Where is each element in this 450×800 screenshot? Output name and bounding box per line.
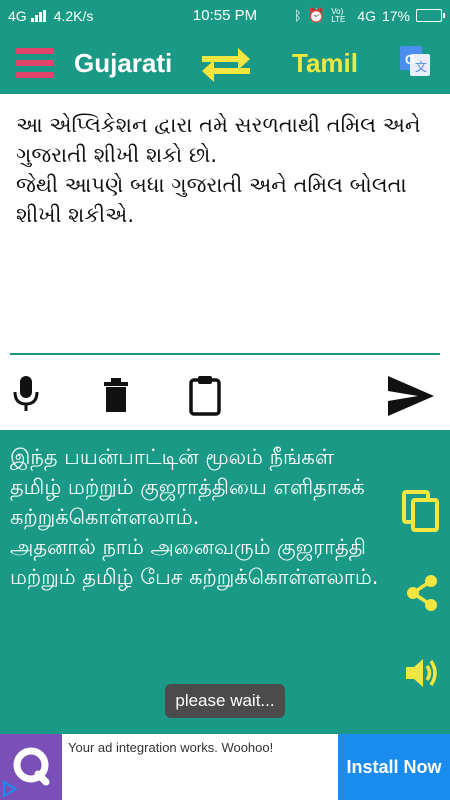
ad-choices-icon[interactable] — [0, 778, 20, 800]
battery-icon — [416, 9, 445, 22]
google-translate-icon[interactable]: G 文 — [398, 44, 432, 78]
target-language-button[interactable]: Tamil — [292, 48, 358, 79]
ad-message: Your ad integration works. Woohoo! — [68, 740, 274, 755]
loading-toast: please wait... — [165, 684, 285, 718]
trash-icon[interactable] — [102, 374, 130, 414]
app-bar: Gujarati Tamil G 文 — [0, 32, 450, 94]
status-bar: 4G 4.2K/s 10:55 PM ᛒ ⏰ Vo) LTE 4G 17% — [0, 0, 450, 32]
install-now-button[interactable]: Install Now — [338, 734, 450, 800]
clipboard-icon[interactable] — [188, 374, 222, 416]
source-language-button[interactable]: Gujarati — [74, 48, 172, 79]
send-icon[interactable] — [386, 374, 436, 418]
network-right-label: 4G — [357, 7, 376, 24]
ad-banner[interactable]: Your ad integration works. Woohoo! Insta… — [0, 734, 450, 800]
translation-panel: இந்த பயன்பாட்டின் மூலம் நீங்கள் தமிழ் மற… — [0, 430, 450, 734]
microphone-icon[interactable] — [12, 374, 40, 414]
share-icon[interactable] — [404, 574, 440, 612]
source-text-input[interactable]: આ એપ્લિકેશન દ્વારા તમે સરળતાથી તમિલ અને … — [16, 110, 436, 230]
svg-text:文: 文 — [415, 59, 427, 74]
volte-label: Vo) LTE — [331, 6, 346, 24]
input-divider — [10, 353, 440, 355]
svg-text:G: G — [405, 52, 415, 67]
menu-icon[interactable] — [16, 48, 54, 78]
swap-arrows-icon[interactable] — [200, 46, 252, 82]
alarm-icon: ⏰ — [307, 7, 326, 23]
speaker-icon[interactable] — [404, 656, 440, 690]
battery-percent: 17% — [381, 7, 410, 24]
copy-icon[interactable] — [402, 490, 440, 532]
translated-text: இந்த பயன்பாட்டின் மூலம் நீங்கள் தமிழ் மற… — [10, 445, 379, 589]
bluetooth-icon: ᛒ — [294, 8, 302, 23]
